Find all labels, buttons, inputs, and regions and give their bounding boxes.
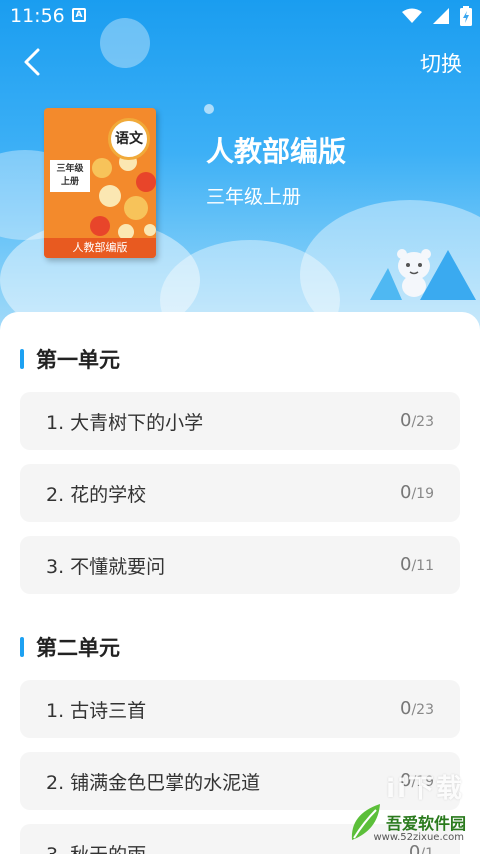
unit-accent-bar xyxy=(20,349,24,369)
lesson-item[interactable]: 1. 古诗三首 0/23 xyxy=(20,680,460,738)
wifi-icon xyxy=(402,8,422,23)
header: 11:56 A 切换 语文 三年级 上册 人教部编版 人教部编版 三年级上册 xyxy=(0,0,480,340)
lesson-title: 1. 大青树下的小学 xyxy=(46,412,204,434)
signal-icon xyxy=(433,8,449,24)
book-cover: 语文 三年级 上册 人教部编版 xyxy=(44,108,156,258)
lesson-progress-total: /23 xyxy=(411,702,434,718)
back-button[interactable] xyxy=(16,44,52,80)
status-time: 11:56 xyxy=(10,5,65,27)
unit-title: 第二单元 xyxy=(36,636,120,660)
unit-accent-bar xyxy=(20,637,24,657)
unit-header: 第一单元 xyxy=(20,344,120,374)
lesson-progress-total: /11 xyxy=(411,558,434,574)
unit-title: 第一单元 xyxy=(36,348,120,372)
cover-pattern xyxy=(90,153,156,240)
lesson-progress-done: 0 xyxy=(400,698,412,719)
switch-button[interactable]: 切换 xyxy=(420,48,462,78)
lesson-title: 2. 花的学校 xyxy=(46,484,147,506)
unit-header: 第二单元 xyxy=(20,632,120,662)
book-publisher-strip: 人教部编版 xyxy=(44,238,156,258)
lesson-title: 2. 铺满金色巴掌的水泥道 xyxy=(46,772,261,794)
book-title: 人教部编版 xyxy=(206,135,347,168)
lesson-progress-total: /19 xyxy=(411,486,434,502)
lesson-title: 1. 古诗三首 xyxy=(46,700,147,722)
book-grade-line2: 上册 xyxy=(60,177,79,187)
lesson-progress: 0/11 xyxy=(400,554,434,575)
book-grade: 三年级上册 xyxy=(206,186,302,208)
watermark: ii下载 吾爱软件园 www.52zixue.com xyxy=(344,766,474,850)
lesson-progress-done: 0 xyxy=(400,482,412,503)
cloud-decoration xyxy=(204,104,214,114)
lesson-progress-total: /23 xyxy=(411,414,434,430)
watermark-url: www.52zixue.com xyxy=(373,832,465,843)
chevron-left-icon xyxy=(24,48,40,76)
lesson-progress-done: 0 xyxy=(400,410,412,431)
book-subject-badge: 语文 xyxy=(108,118,150,160)
lesson-progress-done: 0 xyxy=(400,554,412,575)
tiger-mascot-icon xyxy=(397,249,431,297)
status-icons xyxy=(402,6,472,26)
status-bar: 11:56 A xyxy=(0,0,480,32)
book-grade-line1: 三年级 xyxy=(56,164,84,174)
lesson-title: 3. 不懂就要问 xyxy=(46,556,166,578)
lesson-item[interactable]: 1. 大青树下的小学 0/23 xyxy=(20,392,460,450)
battery-icon xyxy=(460,6,472,26)
book-grade-label: 三年级 上册 xyxy=(50,160,90,192)
lesson-progress: 0/23 xyxy=(400,698,434,719)
lesson-item[interactable]: 3. 不懂就要问 0/11 xyxy=(20,536,460,594)
watermark-name: 吾爱软件园 xyxy=(385,814,466,833)
watermark-top-text: ii下载 xyxy=(386,774,464,804)
lesson-title: 3. 秋天的雨 xyxy=(46,840,146,854)
notification-icon: A xyxy=(72,8,86,22)
lesson-progress: 0/19 xyxy=(400,482,434,503)
lesson-item[interactable]: 2. 花的学校 0/19 xyxy=(20,464,460,522)
lesson-progress: 0/23 xyxy=(400,410,434,431)
